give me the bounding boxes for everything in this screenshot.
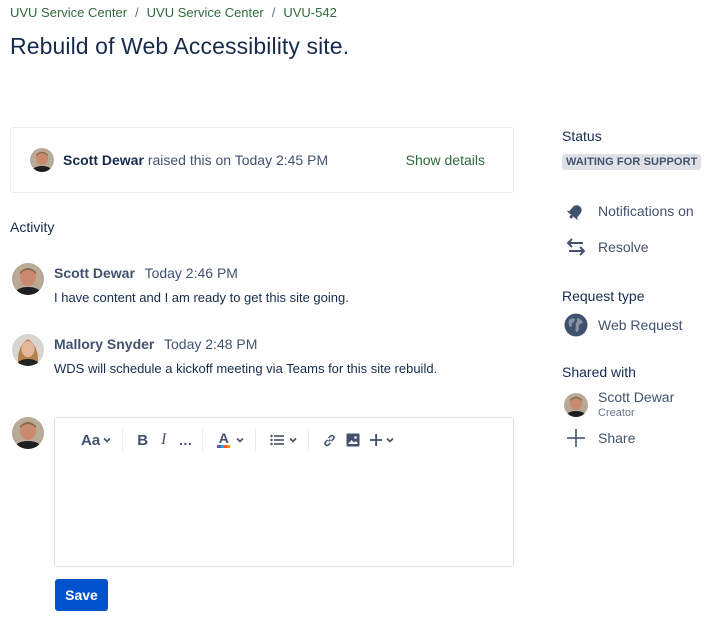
plus-icon	[370, 434, 383, 446]
comment-author: Scott Dewar	[54, 265, 135, 281]
text-color-dropdown[interactable]: A	[217, 428, 245, 452]
breadcrumb-item-issue-key[interactable]: UVU-542	[283, 5, 336, 20]
breadcrumb-separator: /	[135, 5, 139, 20]
comment-item: Mallory Snyder Today 2:48 PM WDS will sc…	[12, 334, 437, 376]
link-icon	[324, 434, 336, 446]
shared-user-name: Scott Dewar	[598, 389, 675, 405]
notifications-label: Notifications on	[598, 203, 694, 219]
transition-arrows-icon	[564, 235, 588, 259]
bell-icon	[564, 199, 588, 223]
chevron-down-icon	[289, 437, 297, 443]
text-style-dropdown[interactable]: Aa	[81, 428, 112, 452]
avatar-scott-dewar	[30, 148, 54, 172]
raised-by-info: raised this on Today 2:45 PM	[147, 152, 329, 168]
list-dropdown[interactable]	[270, 428, 298, 452]
avatar-current-user	[12, 417, 44, 449]
more-icon: …	[178, 432, 193, 448]
comment-author: Mallory Snyder	[54, 336, 155, 352]
raised-by-author[interactable]: Scott Dewar	[63, 152, 144, 168]
plus-icon	[564, 426, 588, 450]
italic-icon: I	[161, 431, 167, 448]
shared-user: Scott Dewar Creator	[564, 389, 674, 419]
comment-editor[interactable]: Aa B I … A	[54, 417, 514, 567]
request-type-value: Web Request	[598, 317, 683, 333]
comment-time: Today 2:46 PM	[144, 265, 238, 281]
chevron-down-icon	[386, 437, 394, 443]
resolve-button[interactable]: Resolve	[564, 235, 649, 259]
status-label: Status	[562, 128, 602, 144]
status-badge[interactable]: WAITING FOR SUPPORT	[562, 154, 702, 170]
bullet-list-icon	[270, 434, 285, 446]
bold-button[interactable]: B	[137, 428, 148, 452]
toolbar-divider	[308, 429, 310, 451]
comment-text: WDS will schedule a kickoff meeting via …	[54, 361, 438, 376]
text-color-icon: A	[217, 430, 231, 448]
toolbar-divider	[202, 429, 204, 451]
globe-icon	[564, 313, 588, 337]
save-button[interactable]: Save	[55, 579, 108, 611]
notifications-toggle[interactable]: Notifications on	[564, 199, 694, 223]
text-style-label: Aa	[81, 431, 101, 449]
image-icon	[346, 433, 360, 447]
insert-more-dropdown[interactable]	[369, 428, 395, 452]
toolbar-divider	[255, 429, 257, 451]
share-label: Share	[598, 430, 636, 446]
editor-toolbar: Aa B I … A	[55, 418, 513, 462]
request-type: Web Request	[564, 313, 683, 337]
color-swatch-icon	[217, 445, 231, 448]
page-title: Rebuild of Web Accessibility site.	[10, 33, 350, 59]
activity-heading: Activity	[10, 219, 55, 235]
bold-icon: B	[137, 431, 149, 449]
chevron-down-icon	[103, 437, 111, 443]
avatar-scott-dewar	[12, 263, 44, 295]
show-details-link[interactable]: Show details	[406, 152, 485, 168]
more-formatting-button[interactable]: …	[178, 428, 192, 452]
text-color-letter: A	[218, 430, 229, 446]
italic-button[interactable]: I	[161, 428, 166, 452]
insert-image-button[interactable]	[346, 428, 360, 452]
breadcrumb: UVU Service Center / UVU Service Center …	[10, 5, 337, 20]
breadcrumb-separator: /	[271, 5, 276, 20]
toolbar-divider	[122, 429, 124, 451]
comment-text: I have content and I am ready to get thi…	[54, 290, 349, 305]
request-type-label: Request type	[562, 288, 645, 304]
breadcrumb-item-service-center-2[interactable]: UVU Service Center	[147, 5, 264, 20]
shared-user-role: Creator	[598, 407, 635, 419]
comment-item: Scott Dewar Today 2:46 PM I have content…	[12, 263, 349, 305]
avatar-mallory-snyder	[12, 334, 44, 366]
share-button[interactable]: Share	[564, 426, 635, 450]
shared-with-label: Shared with	[562, 364, 636, 380]
resolve-label: Resolve	[598, 239, 649, 255]
request-summary-card: Scott Dewar raised this on Today 2:45 PM…	[10, 127, 514, 193]
breadcrumb-item-service-center[interactable]: UVU Service Center	[10, 5, 127, 20]
comment-time: Today 2:48 PM	[164, 336, 258, 352]
avatar-scott-dewar	[564, 393, 588, 417]
chevron-down-icon	[236, 437, 244, 443]
insert-link-button[interactable]	[322, 428, 337, 452]
raised-by-text: Scott Dewar raised this on Today 2:45 PM	[63, 152, 328, 168]
